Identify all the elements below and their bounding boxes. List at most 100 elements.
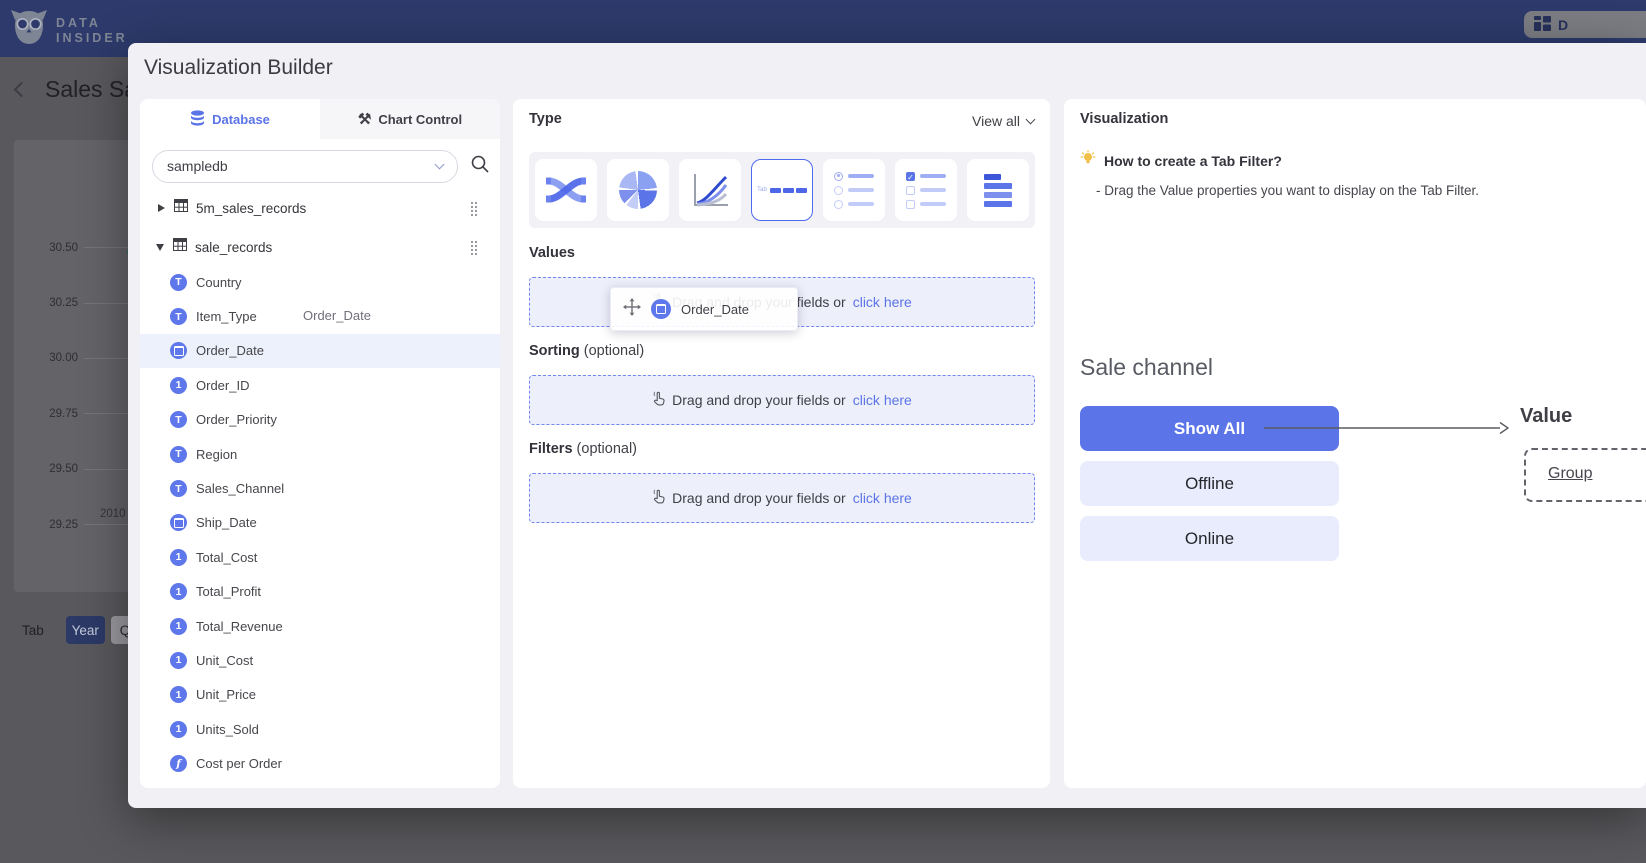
field-type-icon [170,274,187,291]
dropzone-text: Drag and drop your fields or [672,490,846,506]
view-all-button[interactable]: View all [972,113,1034,129]
field-row[interactable]: Region [140,437,500,471]
field-label: Item_Type [196,309,257,324]
tab-chart-control[interactable]: ⚒ Chart Control [320,99,500,139]
field-label: Region [196,447,237,462]
field-row[interactable]: Total_Profit [140,575,500,609]
search-icon[interactable] [470,154,490,179]
visualization-title: Visualization [1080,111,1168,127]
field-type-icon [170,377,187,394]
table-menu-handle-icon[interactable] [470,201,478,216]
sorting-section-label: Sorting (optional) [529,343,644,359]
field-row[interactable]: Order_Date [140,334,500,368]
modal-title: Visualization Builder [144,56,333,80]
field-row[interactable]: Sales_Channel [140,471,500,505]
drag-hand-icon [652,489,665,507]
annotation-group-link[interactable]: Group [1548,465,1592,483]
sankey-icon [546,173,586,207]
y-tick-label: 30.00 [32,352,78,364]
field-row[interactable]: Unit_Cost [140,643,500,677]
y-tick-label: 30.25 [32,297,78,309]
tip-body: - Drag the Value properties you want to … [1096,183,1479,198]
table-icon [173,238,187,256]
screen: DATA INSIDER D Sales Sa 30.50 [0,0,1646,863]
channel-button-label: Online [1185,529,1234,549]
builder-panel: Type View all [513,99,1050,788]
drag-ghost-label: Order_Date [303,308,371,323]
field-label: Order_Priority [196,412,277,427]
chart-type-data-list[interactable] [967,159,1029,221]
field-row[interactable]: Country [140,265,500,299]
field-label: Cost per Order [196,756,282,771]
field-type-icon [170,755,187,772]
field-type-icon [170,342,187,359]
x-tick-label: 2010 [100,508,126,520]
database-select[interactable]: sampledb [152,150,458,183]
table-row-5m-sales-records[interactable]: 5m_sales_records [140,191,500,225]
field-label: Order_Date [196,343,264,358]
field-type-icon [170,480,187,497]
filters-dropzone[interactable]: Drag and drop your fields or click here [529,473,1035,523]
table-menu-handle-icon[interactable] [470,240,478,255]
field-type-icon [170,308,187,325]
period-tab-year[interactable]: Year [66,616,105,644]
background-chart-card: 30.50 30.25 30.00 29.75 [14,140,144,592]
annotation-group-box: Group [1524,448,1646,502]
back-icon[interactable] [14,82,30,98]
chevron-down-icon [1026,115,1036,125]
chart-type-radio-list[interactable] [823,159,885,221]
chart-type-tab-filter[interactable]: Tab [751,159,813,221]
brand-text: DATA INSIDER [56,17,128,45]
dashboard-nav-button[interactable]: D [1524,11,1646,38]
dragged-field-chip[interactable]: Order_Date [610,287,798,331]
lightbulb-icon [1080,150,1096,171]
channel-button[interactable]: Online [1080,516,1339,561]
sorting-dropzone[interactable]: Drag and drop your fields or click here [529,375,1035,425]
background-title-row: Sales Sa [0,76,137,103]
table-row-sale-records[interactable]: sale_records [140,230,500,264]
dropzone-click-here-link[interactable]: click here [853,294,912,310]
view-all-label: View all [972,113,1020,129]
chart-type-sankey[interactable] [535,159,597,221]
brand-line-2: INSIDER [56,32,128,45]
database-icon [190,110,205,129]
field-label: Total_Cost [196,550,257,565]
dropzone-click-here-link[interactable]: click here [853,490,912,506]
field-row[interactable]: Order_ID [140,368,500,402]
field-label: Units_Sold [196,722,259,737]
field-row[interactable]: Units_Sold [140,712,500,746]
field-row[interactable]: Total_Cost [140,540,500,574]
field-row[interactable]: Total_Revenue [140,609,500,643]
chart-type-strip: Tab [529,152,1035,228]
line-chart-icon [690,172,730,208]
field-label: Order_ID [196,378,249,393]
chart-type-checkbox-list[interactable] [895,159,957,221]
field-type-icon [170,618,187,635]
annotation-value-label: Value [1520,405,1572,428]
field-row[interactable]: Order_Priority [140,403,500,437]
table-icon [174,199,188,217]
tip-title: How to create a Tab Filter? [1104,153,1282,169]
field-row[interactable]: Unit_Price [140,678,500,712]
chart-type-pie[interactable] [607,159,669,221]
nav-button-label: D [1558,17,1568,33]
tab-filter-icon-text: Tab [757,187,767,193]
channel-button-label: Show All [1174,419,1245,439]
table-label: 5m_sales_records [196,201,306,216]
pie-icon [619,171,657,209]
field-label: Unit_Cost [196,653,253,668]
field-row[interactable]: Cost per Order [140,746,500,780]
tab-database[interactable]: Database [140,99,320,139]
connection-row: sampledb [152,149,492,183]
dropzone-click-here-link[interactable]: click here [853,392,912,408]
drag-chip-label: Order_Date [681,302,749,317]
field-row[interactable]: Ship_Date [140,506,500,540]
caret-down-icon[interactable] [156,244,164,251]
brand: DATA INSIDER [10,8,128,53]
chart-type-line[interactable] [679,159,741,221]
channel-button[interactable]: Offline [1080,461,1339,506]
tools-icon: ⚒ [358,112,371,127]
caret-right-icon[interactable] [158,204,165,212]
filters-section-label: Filters (optional) [529,441,637,457]
date-field-icon [651,299,671,319]
